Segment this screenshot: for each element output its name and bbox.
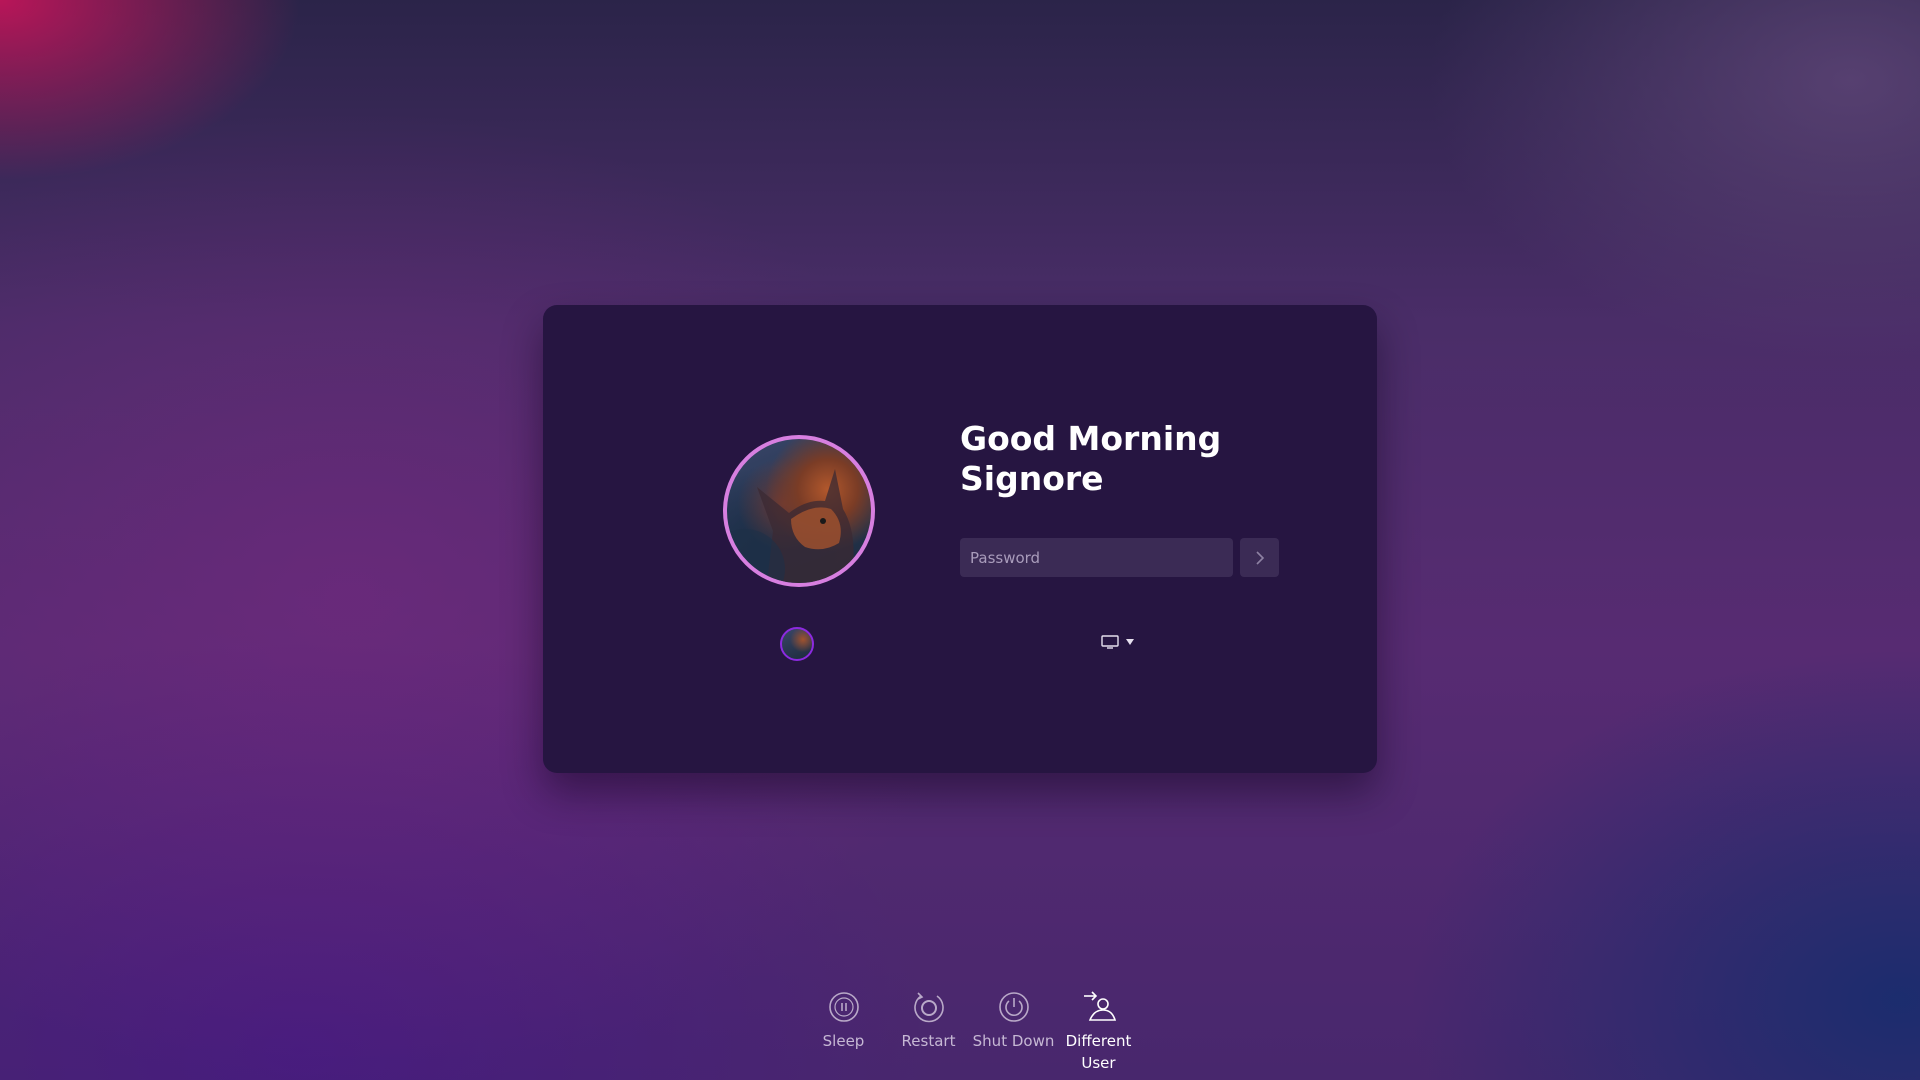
sleep-label: Sleep <box>822 1032 865 1050</box>
chevron-right-icon <box>1255 550 1264 565</box>
cat-avatar-image <box>727 469 854 583</box>
greeting-line-1: Good Morning <box>960 419 1222 458</box>
restart-label: Restart <box>901 1032 956 1050</box>
session-selector[interactable] <box>1101 635 1135 649</box>
login-submit-button[interactable] <box>1240 538 1279 577</box>
greeting-heading: Good Morning Signore <box>960 419 1320 499</box>
greeting-line-2: Signore <box>960 459 1104 498</box>
shut-down-label: Shut Down <box>972 1032 1055 1050</box>
sleep-icon <box>827 990 861 1024</box>
different-user-label: Different User <box>1065 1032 1132 1072</box>
sleep-button[interactable]: Sleep <box>801 990 886 1074</box>
user-avatar <box>723 435 875 587</box>
power-actions: Sleep Restart Shut Down Different User <box>801 990 1141 1074</box>
password-input[interactable] <box>960 538 1233 577</box>
monitor-icon <box>1101 635 1119 649</box>
different-user-button[interactable]: Different User <box>1056 990 1141 1074</box>
restart-button[interactable]: Restart <box>886 990 971 1074</box>
user-selector-avatar[interactable] <box>780 627 814 661</box>
switch-user-icon <box>1082 990 1116 1024</box>
password-field-container <box>960 538 1233 577</box>
restart-icon <box>912 990 946 1024</box>
shut-down-button[interactable]: Shut Down <box>971 990 1056 1074</box>
login-card: Good Morning Signore <box>543 305 1377 773</box>
power-icon <box>997 990 1031 1024</box>
caret-down-icon <box>1126 639 1134 645</box>
